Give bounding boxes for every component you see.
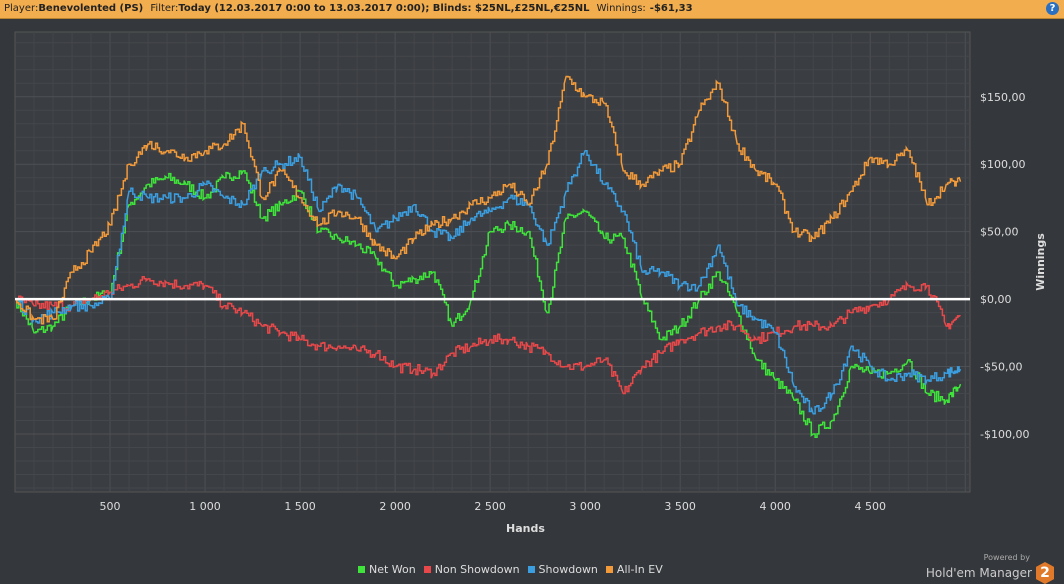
y-tick-label: $0,00 (980, 293, 1012, 306)
x-tick-label: 1 500 (284, 500, 316, 513)
legend-label: All-In EV (616, 563, 663, 576)
legend-item[interactable]: All-In EV (605, 563, 663, 576)
hm2-logo: 2 (1036, 562, 1054, 584)
winnings-chart: 500 1 000 1 500 2 000 2 500 3 000 3 500 4 000 4 … (14, 31, 1047, 535)
powered-by: Powered by (983, 553, 1030, 562)
plot-area (14, 31, 971, 493)
legend-swatch (423, 566, 431, 573)
legend-label: Net Won (369, 563, 416, 576)
legend-item[interactable]: Non Showdown (423, 563, 520, 576)
y-tick-label: -$100,00 (980, 428, 1029, 441)
x-tick-label: 500 (100, 500, 121, 513)
x-tick-label: 2 500 (474, 500, 506, 513)
legend-swatch (527, 566, 535, 573)
x-tick-label: 3 000 (569, 500, 601, 513)
y-tick-label: $100,00 (980, 158, 1026, 171)
y-axis-label: Winnings (1034, 233, 1047, 291)
x-tick-label: 2 000 (379, 500, 411, 513)
legend-item[interactable]: Net Won (358, 563, 416, 576)
legend-label: Non Showdown (434, 563, 520, 576)
y-tick-label: $50,00 (980, 226, 1019, 239)
legend-item[interactable]: Showdown (527, 563, 598, 576)
legend-swatch (605, 566, 613, 573)
y-ticks: -$100,00 -$50,00 $0,00 $50,00 $100,00 $150,00 (980, 91, 1029, 441)
y-tick-label: $150,00 (980, 91, 1026, 104)
brand-name: Hold'em Manager (925, 566, 1032, 580)
x-tick-label: 3 500 (664, 500, 696, 513)
y-tick-label: -$50,00 (980, 361, 1022, 374)
x-tick-label: 4 500 (854, 500, 886, 513)
legend-swatch (358, 566, 365, 573)
legend-label: Showdown (538, 563, 598, 576)
x-tick-label: 4 000 (759, 500, 791, 513)
x-tick-label: 1 000 (189, 500, 221, 513)
legend: Net Won Non Showdown Showdown All-In EV (358, 563, 663, 576)
x-axis-label: Hands (506, 522, 545, 535)
x-ticks: 500 1 000 1 500 2 000 2 500 3 000 3 500 4 000 4 … (100, 500, 886, 513)
brand: Powered by Hold'em Manager 2 (926, 553, 1054, 584)
